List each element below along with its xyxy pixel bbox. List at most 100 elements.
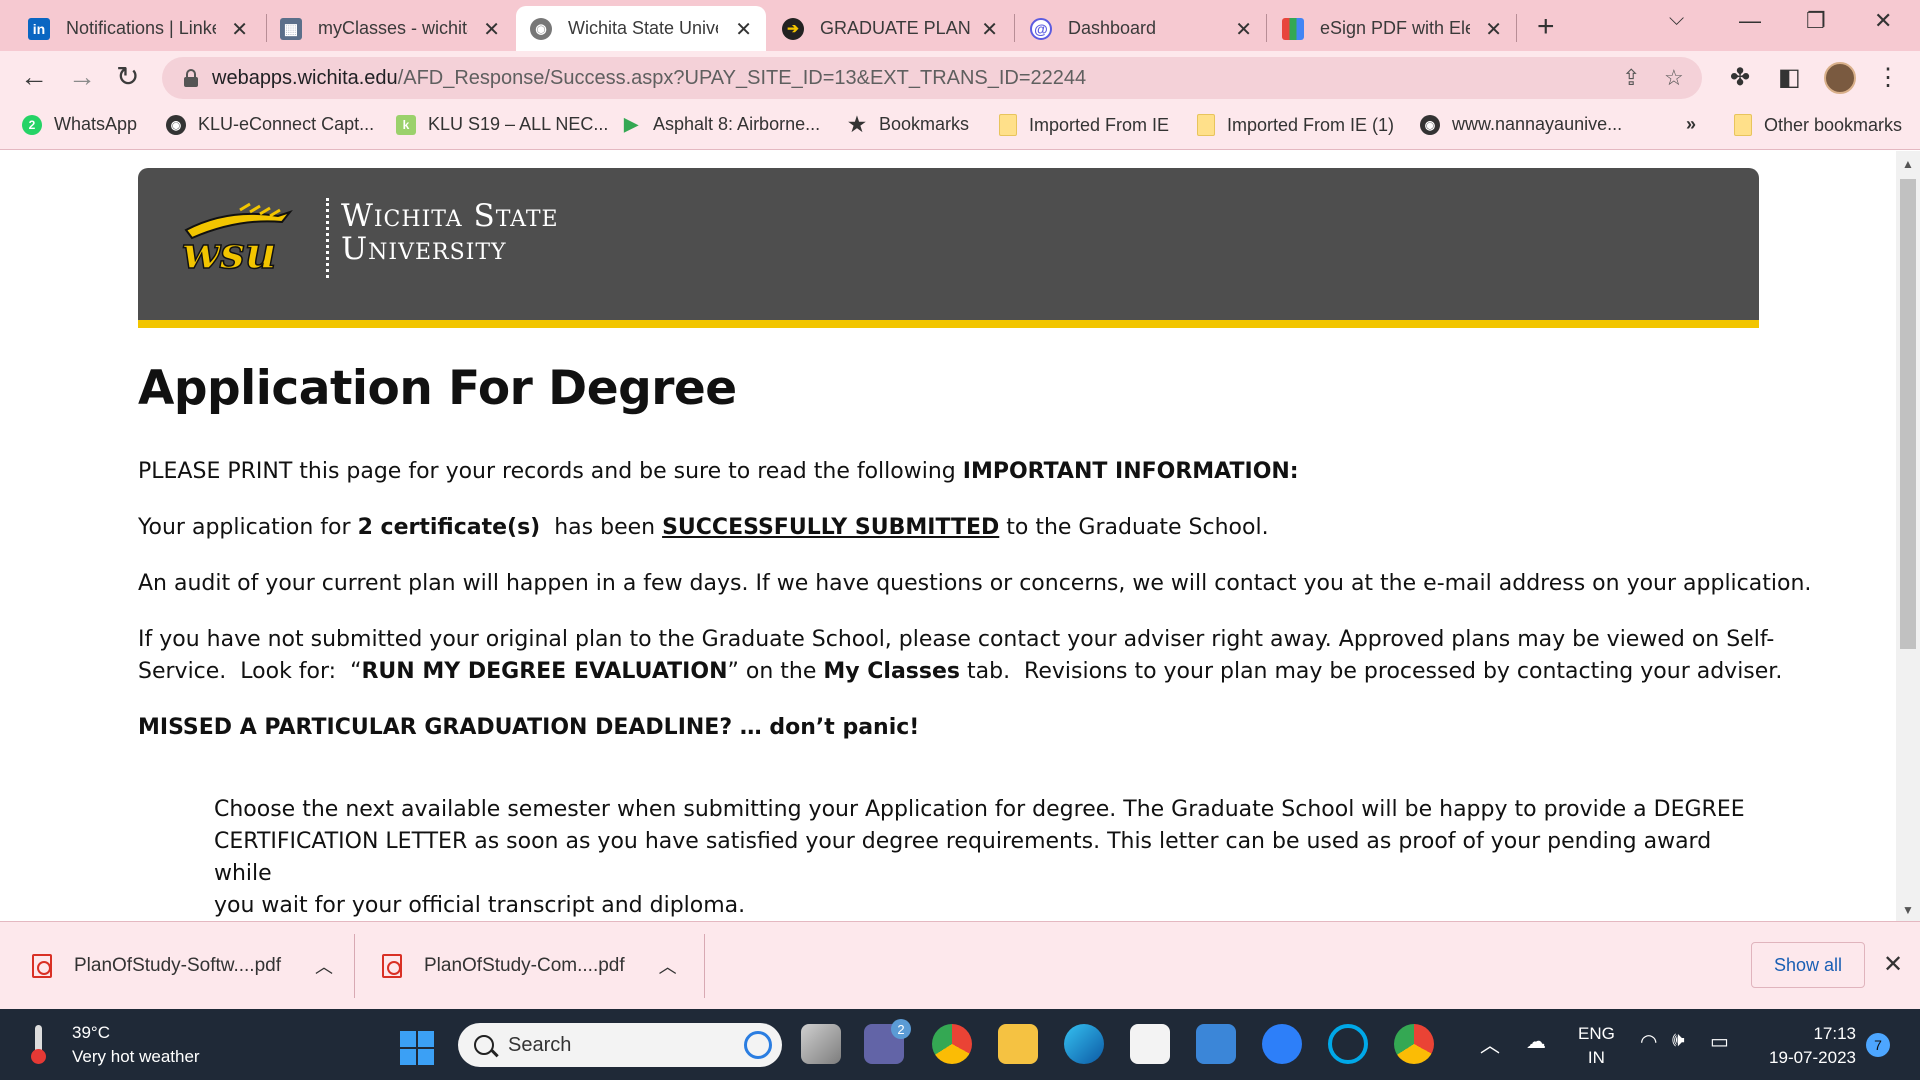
folder-icon <box>1197 114 1215 136</box>
side-panel-icon[interactable]: ◧ <box>1778 63 1801 92</box>
close-download-shelf-icon[interactable]: ✕ <box>1883 950 1903 979</box>
wsu-header-banner: wsu Wichita State University <box>138 168 1759 328</box>
tab-search-chevron-icon[interactable]: ⌵ <box>1669 8 1684 31</box>
bookmark-folder-imported-ie-1[interactable]: Imported From IE (1) <box>1197 114 1394 136</box>
download-item[interactable]: PlanOfStudy-Com....pdf ︿ <box>382 922 677 1010</box>
close-icon[interactable]: ✕ <box>1485 17 1502 42</box>
bookmarks-overflow-button[interactable]: » <box>1686 114 1696 135</box>
globe-icon: ◉ <box>166 114 186 135</box>
notification-badge[interactable]: 7 <box>1866 1033 1890 1057</box>
bookmark-nannaya[interactable]: ◉ www.nannayaunive... <box>1420 114 1622 135</box>
lock-icon[interactable] <box>184 69 198 87</box>
logo-divider <box>326 198 329 278</box>
windows-start-button[interactable] <box>400 1031 434 1065</box>
edge-icon[interactable] <box>1064 1024 1104 1064</box>
help-icon[interactable] <box>1262 1024 1302 1064</box>
chrome-icon[interactable] <box>932 1024 972 1064</box>
volume-icon[interactable]: 🕪 <box>1672 1029 1685 1052</box>
microsoft-store-icon[interactable] <box>1130 1024 1170 1064</box>
bookmark-klu-s19[interactable]: k KLU S19 – ALL NEC... <box>396 114 608 135</box>
close-window-button[interactable]: ✕ <box>1874 8 1892 34</box>
reload-button[interactable]: ↻ <box>116 63 139 91</box>
pdf-file-icon <box>32 954 52 978</box>
bookmark-folder-imported-ie[interactable]: Imported From IE <box>999 114 1169 136</box>
back-button[interactable]: ← <box>20 63 48 91</box>
tab-linkedin[interactable]: in Notifications | LinkedIn ✕ <box>14 6 262 51</box>
minimize-button[interactable]: — <box>1739 8 1761 34</box>
download-item[interactable]: PlanOfStudy-Softw....pdf ︿ <box>32 922 333 1010</box>
globe-icon: ◉ <box>530 17 552 40</box>
tab-graduate-plan[interactable]: ➔ GRADUATE PLAN OF STUDY ✕ <box>768 6 1012 51</box>
bookmark-other-bookmarks[interactable]: Other bookmarks <box>1734 114 1902 136</box>
myhp-icon[interactable] <box>1196 1024 1236 1064</box>
tab-title: Dashboard <box>1068 18 1157 38</box>
myclasses-icon: ▦ <box>280 17 302 40</box>
share-icon[interactable]: ⇪ <box>1622 65 1640 91</box>
page-viewport: wsu Wichita State University Application… <box>0 151 1920 921</box>
address-bar[interactable]: webapps.wichita.edu/AFD_Response/Success… <box>162 57 1702 99</box>
scroll-down-arrow-icon[interactable]: ▼ <box>1902 903 1914 917</box>
scroll-thumb[interactable] <box>1900 179 1916 649</box>
close-icon[interactable]: ✕ <box>231 17 248 42</box>
restore-button[interactable]: ❐ <box>1806 8 1826 34</box>
tab-strip: in Notifications | LinkedIn ✕ ▦ myClasse… <box>0 0 1920 51</box>
tab-title: Notifications | LinkedIn <box>66 18 216 38</box>
bing-icon[interactable] <box>744 1031 772 1059</box>
wifi-icon[interactable]: ◠ <box>1640 1029 1657 1054</box>
tab-wichita-state[interactable]: ◉ Wichita State University ✕ <box>516 6 766 51</box>
linkedin-icon: in <box>28 17 50 40</box>
print-notice: PLEASE PRINT this page for your records … <box>138 459 1299 484</box>
show-all-downloads-button[interactable]: Show all <box>1751 942 1865 988</box>
taskbar-search[interactable]: Search <box>458 1023 782 1067</box>
wsu-shocker-logo-icon[interactable]: wsu <box>178 200 296 280</box>
tab-esign[interactable]: eSign PDF with Electronic ✕ <box>1268 6 1516 51</box>
menu-kebab-icon[interactable]: ⋮ <box>1876 63 1900 92</box>
profile-avatar[interactable] <box>1824 62 1856 94</box>
plan-instructions: If you have not submitted your original … <box>138 627 1783 684</box>
close-icon[interactable]: ✕ <box>483 17 500 42</box>
bookmark-bookmarks[interactable]: ★ Bookmarks <box>847 114 969 136</box>
bookmarks-bar: 2 WhatsApp ◉ KLU-eConnect Capt... k KLU … <box>0 106 1920 150</box>
clock[interactable]: 17:13 19-07-2023 <box>1760 1022 1856 1070</box>
url-text[interactable]: webapps.wichita.edu/AFD_Response/Success… <box>212 67 1086 90</box>
folder-icon <box>999 114 1017 136</box>
thermometer-icon <box>30 1025 46 1065</box>
close-icon[interactable]: ✕ <box>1235 17 1252 42</box>
university-wordmark[interactable]: Wichita State University <box>341 200 559 266</box>
new-tab-button[interactable]: + <box>1537 10 1555 44</box>
bookmark-whatsapp[interactable]: 2 WhatsApp <box>22 114 137 135</box>
tray-chevron-up-icon[interactable]: ︿ <box>1480 1029 1500 1058</box>
scroll-up-arrow-icon[interactable]: ▲ <box>1902 157 1914 171</box>
onedrive-cloud-icon[interactable]: ☁ <box>1526 1029 1546 1054</box>
close-icon[interactable]: ✕ <box>981 17 998 42</box>
dashboard-icon: @ <box>1030 17 1052 40</box>
input-language[interactable]: ENG IN <box>1578 1022 1615 1070</box>
tab-title: GRADUATE PLAN OF STUDY <box>820 18 970 38</box>
tab-myclasses[interactable]: ▦ myClasses - wichita ✕ <box>266 6 514 51</box>
esign-icon <box>1282 17 1304 40</box>
forward-button[interactable]: → <box>68 63 96 91</box>
bookmark-asphalt[interactable]: ▶ Asphalt 8: Airborne... <box>621 114 820 135</box>
tab-dashboard[interactable]: @ Dashboard ✕ <box>1016 6 1266 51</box>
svg-text:wsu: wsu <box>182 228 277 279</box>
chevron-up-icon[interactable]: ︿ <box>659 953 677 979</box>
bookmark-klu-econnect[interactable]: ◉ KLU-eConnect Capt... <box>166 114 374 135</box>
globe-icon: ◉ <box>1420 114 1440 135</box>
task-view-icon[interactable] <box>801 1024 841 1064</box>
klu-icon: k <box>396 114 416 135</box>
extensions-icon[interactable]: ✤ <box>1730 63 1750 92</box>
close-icon[interactable]: ✕ <box>735 17 752 42</box>
battery-icon[interactable]: ▭ <box>1710 1029 1729 1054</box>
tab-title: myClasses - wichita <box>318 18 468 38</box>
chrome-profile-icon[interactable] <box>1394 1024 1434 1064</box>
download-shelf: PlanOfStudy-Softw....pdf ︿ PlanOfStudy-C… <box>0 921 1920 1009</box>
weather-widget[interactable]: 39°C Very hot weather <box>30 1021 200 1069</box>
bookmark-star-icon[interactable]: ☆ <box>1664 65 1684 91</box>
file-explorer-icon[interactable] <box>998 1024 1038 1064</box>
page-title: Application For Degree <box>138 361 737 416</box>
tab-title: Wichita State University <box>568 18 718 38</box>
page-scrollbar[interactable]: ▲ ▼ <box>1896 151 1920 921</box>
chevron-up-icon[interactable]: ︿ <box>315 953 333 979</box>
alexa-icon[interactable] <box>1328 1024 1368 1064</box>
search-icon <box>474 1035 494 1055</box>
